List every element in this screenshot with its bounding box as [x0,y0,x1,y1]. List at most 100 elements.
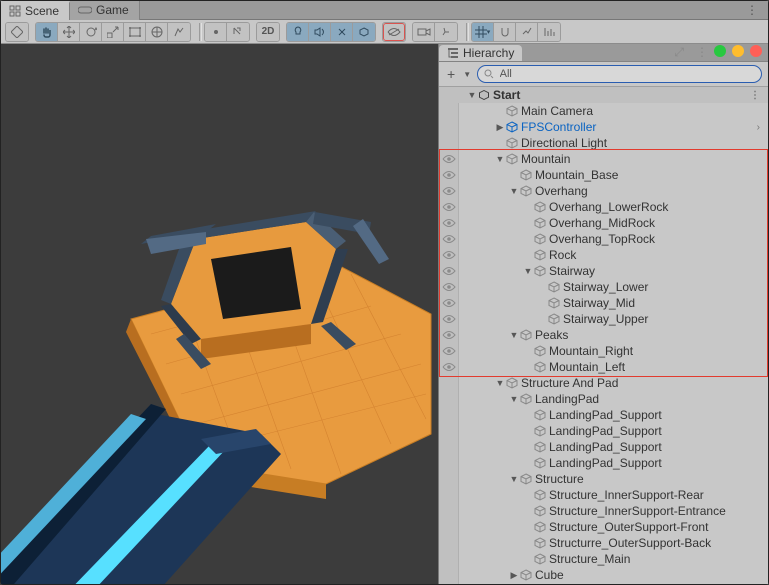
visibility-icon[interactable] [439,391,459,407]
foldout-icon[interactable]: ▶ [495,119,505,135]
foldout-icon[interactable]: ▼ [509,183,519,199]
tree-row[interactable]: Main Camera [439,103,768,119]
tree-row[interactable]: Mountain_Left [439,359,768,375]
foldout-icon[interactable] [523,487,533,503]
tree-row[interactable]: Stairway_Mid [439,295,768,311]
foldout-icon[interactable] [523,455,533,471]
visibility-icon[interactable] [439,327,459,343]
visibility-icon[interactable] [439,263,459,279]
visibility-icon[interactable] [439,295,459,311]
foldout-icon[interactable] [523,343,533,359]
visibility-icon[interactable] [439,487,459,503]
tree-row[interactable]: LandingPad_Support [439,455,768,471]
visibility-icon[interactable] [439,551,459,567]
create-button[interactable]: + [445,66,457,82]
window-min-icon[interactable] [714,45,726,57]
visibility-icon[interactable] [439,247,459,263]
visibility-icon[interactable] [439,183,459,199]
visibility-icon[interactable] [439,519,459,535]
tool-scale[interactable] [102,23,124,41]
foldout-icon[interactable] [523,215,533,231]
prefab-arrow-icon[interactable]: › [757,122,768,133]
tool-transform[interactable] [146,23,168,41]
visibility-icon[interactable] [439,439,459,455]
tool-move[interactable] [58,23,80,41]
tree-row[interactable]: Overhang_MidRock [439,215,768,231]
foldout-icon[interactable] [523,359,533,375]
scene-viewport[interactable] [1,44,438,584]
tree-row[interactable]: Structure_Main [439,551,768,567]
foldout-icon[interactable] [509,167,519,183]
local-toggle[interactable] [227,23,249,41]
foldout-icon[interactable] [537,311,547,327]
visibility-icon[interactable] [439,151,459,167]
foldout-icon[interactable]: ▼ [495,151,505,167]
window-close-icon[interactable] [750,45,762,57]
tree-row[interactable]: Stairway_Upper [439,311,768,327]
snap-increment[interactable] [516,23,538,41]
snap-toggle[interactable] [494,23,516,41]
tree-row[interactable]: ▶FPSController› [439,119,768,135]
window-max-icon[interactable] [732,45,744,57]
tree-row[interactable]: ▼Peaks [439,327,768,343]
visibility-icon[interactable] [439,407,459,423]
scene-menu-icon[interactable]: ⋮ [750,90,768,101]
tree-row[interactable]: LandingPad_Support [439,423,768,439]
tree-row[interactable]: ▼Stairway [439,263,768,279]
tree-row[interactable]: Mountain_Right [439,343,768,359]
tree-row[interactable]: ▼LandingPad [439,391,768,407]
foldout-icon[interactable]: ▶ [509,567,519,583]
gizmo-dropdown[interactable] [435,23,457,41]
foldout-icon[interactable] [523,503,533,519]
tree-row[interactable]: Structure_OuterSupport-Front [439,519,768,535]
visibility-icon[interactable] [439,103,459,119]
foldout-icon[interactable] [495,103,505,119]
tree-row[interactable]: LandingPad_Support [439,439,768,455]
foldout-icon[interactable] [523,519,533,535]
visibility-icon[interactable] [439,503,459,519]
tab-menu-button[interactable]: ⋮ [736,3,768,17]
visibility-icon[interactable] [439,311,459,327]
visibility-icon[interactable] [439,535,459,551]
lock-icon[interactable]: ⤢ [674,45,684,60]
snap-vertex[interactable] [538,23,560,41]
hidden-toggle[interactable] [383,23,405,41]
tool-hand[interactable] [36,23,58,41]
tree-row[interactable]: Mountain_Base [439,167,768,183]
visibility-icon[interactable] [439,567,459,583]
foldout-icon[interactable] [523,551,533,567]
skybox-toggle[interactable] [353,23,375,41]
foldout-icon[interactable]: ▼ [467,87,477,103]
lighting-toggle[interactable] [287,23,309,41]
tree-row[interactable]: Structure_InnerSupport-Entrance [439,503,768,519]
foldout-icon[interactable] [537,279,547,295]
foldout-icon[interactable] [523,407,533,423]
tree-row[interactable]: Rock [439,247,768,263]
mode-2d-toggle[interactable]: 2D [257,23,279,41]
tree-row[interactable]: Overhang_LowerRock [439,199,768,215]
foldout-icon[interactable]: ▼ [523,263,533,279]
grid-toggle[interactable]: ▾ [472,23,494,41]
visibility-icon[interactable] [439,375,459,391]
foldout-icon[interactable]: ▼ [509,391,519,407]
visibility-icon[interactable] [439,215,459,231]
tree-row[interactable]: ▼Structure [439,471,768,487]
visibility-icon[interactable] [439,279,459,295]
visibility-icon[interactable] [439,455,459,471]
fx-toggle[interactable] [331,23,353,41]
foldout-icon[interactable]: ▼ [509,327,519,343]
visibility-icon[interactable] [439,343,459,359]
foldout-icon[interactable]: ▼ [509,471,519,487]
visibility-icon[interactable] [439,231,459,247]
audio-toggle[interactable] [309,23,331,41]
pivot-toggle[interactable] [205,23,227,41]
visibility-icon[interactable] [439,199,459,215]
foldout-icon[interactable] [523,535,533,551]
tool-view[interactable] [6,23,28,41]
tree-row[interactable]: Structurre_OuterSupport-Back [439,535,768,551]
tab-scene[interactable]: Scene [1,1,70,20]
tree-row[interactable]: ▼Structure And Pad [439,375,768,391]
tree-row[interactable]: Structure_InnerSupport-Rear [439,487,768,503]
camera-toggle[interactable] [413,23,435,41]
visibility-icon[interactable] [439,471,459,487]
